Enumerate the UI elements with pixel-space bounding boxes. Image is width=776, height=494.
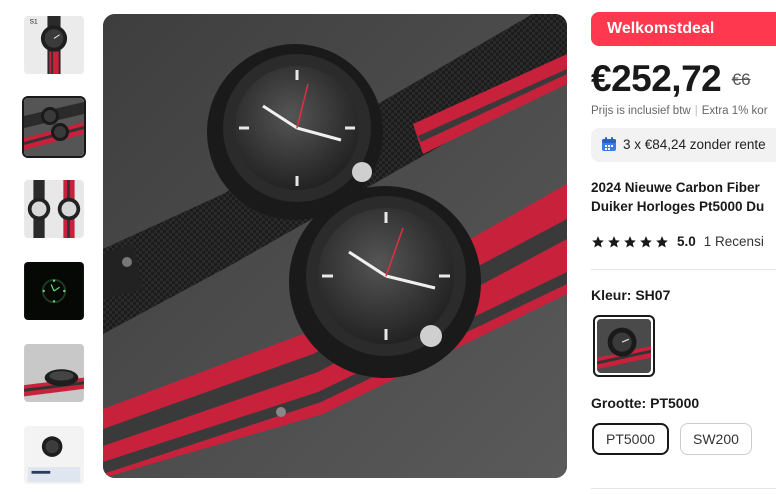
thumbnail-1[interactable]: S1 bbox=[22, 14, 86, 76]
price-row: €252,72 €6 bbox=[591, 58, 751, 100]
installment-banner[interactable]: 3 x €84,24 zonder rente bbox=[591, 128, 776, 162]
star-icon bbox=[656, 235, 668, 247]
vat-info: Prijs is inclusief btw | Extra 1% kor bbox=[591, 105, 768, 117]
product-title: 2024 Nieuwe Carbon Fiber Duiker Horloges… bbox=[591, 178, 776, 216]
thumbnail-4[interactable] bbox=[22, 260, 86, 322]
lume-thumbnail-image bbox=[24, 262, 84, 320]
thumbnail-3[interactable] bbox=[22, 178, 86, 240]
extra-discount-text: Extra 1% kor bbox=[701, 105, 768, 117]
size-option-sw200[interactable]: SW200 bbox=[680, 423, 752, 455]
thumbnail-5[interactable] bbox=[22, 342, 86, 404]
color-label: Kleur: SH07 bbox=[591, 287, 671, 303]
calendar-icon bbox=[601, 131, 617, 151]
divider bbox=[591, 488, 776, 489]
size-label: Grootte: PT5000 bbox=[591, 395, 700, 411]
two-watches-thumbnail-image bbox=[24, 98, 84, 156]
separator: | bbox=[694, 105, 698, 117]
welcome-deal-badge: Welkomstdeal bbox=[591, 12, 776, 46]
product-title-line-2: Duiker Horloges Pt5000 Du bbox=[591, 199, 765, 214]
color-swatch-sh07[interactable] bbox=[593, 315, 655, 377]
divider bbox=[591, 269, 776, 270]
product-page: S1 Welkomstdeal €252,72 €6 Prijs is incl… bbox=[0, 0, 776, 494]
watch-box-thumbnail-image bbox=[24, 426, 84, 484]
thumbnail-2[interactable] bbox=[22, 96, 86, 158]
product-title-line-1: 2024 Nieuwe Carbon Fiber bbox=[591, 180, 760, 195]
watch-thumbnail-image: S1 bbox=[24, 16, 84, 74]
rating-row[interactable]: 5.0 1 Recensi bbox=[591, 234, 764, 249]
thumbnail-6[interactable] bbox=[22, 424, 86, 486]
svg-text:S1: S1 bbox=[30, 18, 38, 25]
watches-photo bbox=[103, 14, 567, 478]
product-info-panel: Welkomstdeal €252,72 €6 Prijs is inclusi… bbox=[591, 0, 776, 494]
size-option-pt5000[interactable]: PT5000 bbox=[592, 423, 670, 455]
watch-side-thumbnail-image bbox=[24, 344, 84, 402]
star-icon bbox=[624, 235, 636, 247]
rating-score: 5.0 bbox=[677, 234, 696, 249]
current-price: €252,72 bbox=[591, 58, 722, 99]
main-product-image[interactable] bbox=[103, 14, 567, 478]
star-icon bbox=[640, 235, 652, 247]
star-icon bbox=[608, 235, 620, 247]
star-icon bbox=[592, 235, 604, 247]
watch-backs-thumbnail-image bbox=[24, 180, 84, 238]
swatch-watch-image bbox=[597, 319, 651, 373]
review-count-link[interactable]: 1 Recensi bbox=[704, 234, 764, 249]
vat-text: Prijs is inclusief btw bbox=[591, 105, 691, 117]
star-rating bbox=[591, 235, 669, 249]
installment-text: 3 x €84,24 zonder rente bbox=[623, 137, 766, 152]
original-price: €6 bbox=[731, 70, 751, 89]
